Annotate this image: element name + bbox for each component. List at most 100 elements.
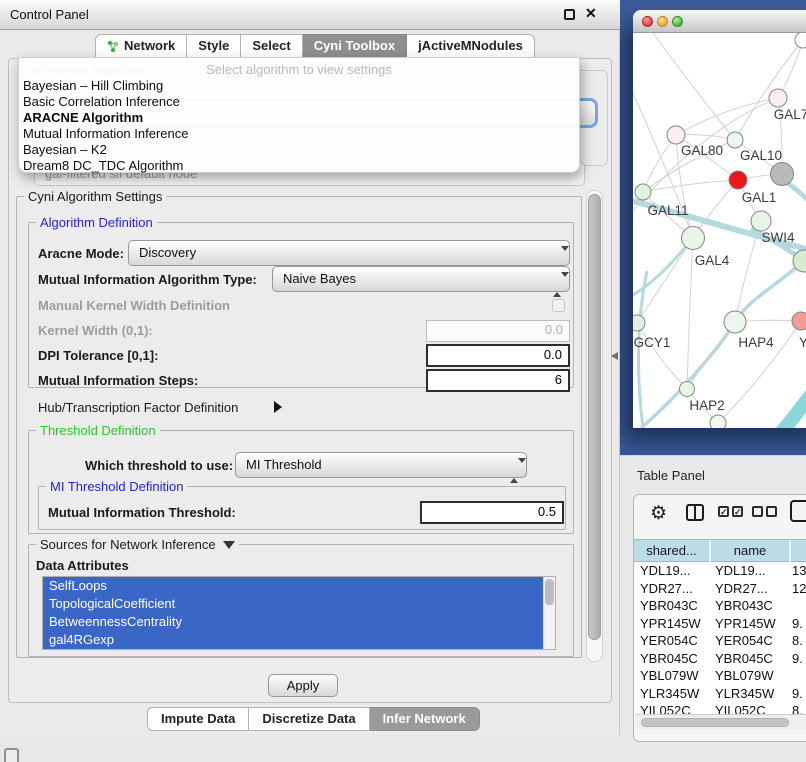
pane-splitter-arrow-icon[interactable]	[611, 352, 618, 360]
node-label: GAL11	[647, 203, 688, 218]
table-document-icon[interactable]	[790, 500, 806, 522]
node-label: GAL7	[774, 107, 806, 122]
settings-scrollbar-thumb[interactable]	[588, 194, 601, 640]
gear-icon[interactable]: ⚙	[650, 502, 667, 525]
mi-type-combo[interactable]: Naive Bayes	[272, 266, 570, 292]
table-row[interactable]: YER054CYER054C8.	[634, 632, 806, 650]
aracne-mode-combo[interactable]: Discovery	[128, 240, 570, 266]
manual-kernel-checkbox[interactable]	[552, 299, 565, 312]
mi-steps-field[interactable]: 6	[426, 369, 570, 392]
dropdown-item[interactable]: Bayesian – Hill Climbing	[23, 78, 163, 94]
node-gal80[interactable]	[667, 126, 685, 144]
column-header-shared[interactable]: shared...	[634, 543, 709, 558]
node[interactable]	[795, 33, 806, 48]
node-hap2[interactable]	[680, 382, 695, 397]
threshold-definition-legend: Threshold Definition	[36, 423, 160, 438]
dropdown-item[interactable]: Mutual Information Inference	[23, 126, 188, 142]
algorithm-dropdown-popup: Select algorithm to view settings Bayesi…	[18, 57, 580, 173]
manual-kernel-label: Manual Kernel Width Definition	[38, 298, 230, 313]
dropdown-item[interactable]: Dream8 DC_TDC Algorithm	[23, 158, 183, 174]
tab-cyni-toolbox[interactable]: Cyni Toolbox	[303, 34, 407, 58]
node-swi4[interactable]	[751, 211, 771, 231]
close-traffic-light-icon[interactable]	[642, 16, 653, 27]
collapse-arrow-icon[interactable]	[274, 401, 282, 413]
aracne-mode-label: Aracne Mode:	[38, 246, 124, 261]
attribute-item[interactable]: BetweennessCentrality	[43, 613, 543, 631]
table-row[interactable]: YBL079WYBL079W	[634, 667, 806, 685]
node-gal7[interactable]	[769, 89, 787, 107]
node-label: GCY1	[634, 335, 671, 350]
attribute-list-scrollbar[interactable]	[543, 577, 555, 649]
dropdown-item-selected[interactable]: ARACNE Algorithm	[23, 110, 143, 126]
bottom-tab-row: Impute Data Discretize Data Infer Networ…	[147, 707, 480, 731]
thick-edge	[781, 387, 806, 428]
close-icon[interactable]: ✕	[585, 5, 597, 22]
control-panel-window: Control Panel ✕ Network	[0, 0, 620, 735]
table-row[interactable]: YBR045CYBR045C9.	[634, 650, 806, 668]
mi-threshold-label: Mutual Information Threshold:	[48, 505, 236, 520]
table-panel-region: Table Panel ⚙ ✓✓ shared... name YDL19...…	[620, 455, 806, 762]
node[interactable]	[710, 415, 726, 428]
deselect-all-checkboxes-icon[interactable]	[752, 506, 777, 517]
table-row[interactable]: YLR345WYLR345W9.	[634, 685, 806, 703]
node-y[interactable]	[792, 312, 806, 330]
tab-network[interactable]: Network	[95, 34, 187, 58]
float-window-icon[interactable]	[564, 9, 575, 20]
mi-type-value: Naive Bayes	[283, 271, 356, 286]
control-panel-titlebar: Control Panel ✕	[0, 0, 620, 30]
mi-steps-label: Mutual Information Steps:	[38, 373, 198, 388]
table-row[interactable]: YDR27...YDR27...12	[634, 580, 806, 598]
sources-title: Sources for Network Inference	[40, 537, 216, 552]
table-row[interactable]: YDL19...YDL19...13	[634, 562, 806, 580]
dropdown-item[interactable]: Basic Correlation Inference	[23, 94, 180, 110]
dropdown-item[interactable]: Bayesian – K2	[23, 142, 107, 158]
node-gcy1[interactable]	[633, 315, 645, 331]
tab-infer-network[interactable]: Infer Network	[370, 707, 480, 731]
node-label: HAP2	[689, 398, 724, 413]
network-window-titlebar	[633, 10, 806, 33]
tab-discretize-data[interactable]: Discretize Data	[249, 707, 369, 731]
apply-button[interactable]: Apply	[268, 674, 338, 697]
attribute-item[interactable]: SelfLoops	[43, 577, 543, 595]
which-threshold-combo[interactable]: MI Threshold	[235, 452, 527, 478]
dpi-tolerance-field[interactable]: 0.0	[426, 344, 570, 367]
table-horizontal-scrollbar-thumb[interactable]	[641, 718, 789, 727]
hub-definition-label: Hub/Transcription Factor Definition	[38, 400, 238, 415]
tab-style[interactable]: Style	[187, 34, 241, 58]
node-gal11[interactable]	[635, 184, 651, 200]
columns-icon[interactable]	[686, 504, 704, 521]
tab-impute-data[interactable]: Impute Data	[147, 707, 249, 731]
attribute-list-scrollbar-thumb[interactable]	[545, 579, 554, 605]
tab-select[interactable]: Select	[241, 34, 302, 58]
node-label: GAL1	[742, 190, 777, 205]
data-attributes-list[interactable]: SelfLoops TopologicalCoefficient Between…	[42, 576, 556, 650]
zoom-traffic-light-icon[interactable]	[672, 16, 683, 27]
sources-legend: Sources for Network Inference	[36, 537, 239, 552]
table-row[interactable]: YBR043CYBR043C	[634, 597, 806, 615]
attribute-item[interactable]: TopologicalCoefficient	[43, 595, 543, 613]
expand-arrow-icon[interactable]	[223, 541, 235, 549]
node-hap4[interactable]	[724, 311, 746, 333]
desktop-area: GAL80 GAL7 GAL10 GAL1 GAL11 GAL4 SWI4 GC…	[620, 0, 806, 457]
minimized-panel-icon[interactable]	[4, 748, 19, 762]
node-label: GAL10	[740, 148, 782, 163]
network-canvas[interactable]: GAL80 GAL7 GAL10 GAL1 GAL11 GAL4 SWI4 GC…	[633, 33, 806, 428]
node-gray[interactable]	[771, 163, 794, 186]
spinner-arrows-icon	[510, 459, 519, 483]
node-gal4[interactable]	[682, 227, 705, 250]
table-header-row: shared... name	[634, 539, 806, 562]
tab-jactivemnodules[interactable]: jActiveMNodules	[407, 34, 535, 58]
select-all-checkboxes-icon[interactable]: ✓✓	[718, 506, 743, 517]
table-body: YDL19...YDL19...13 YDR27...YDR27...12 YB…	[634, 562, 806, 722]
which-threshold-label: Which threshold to use:	[85, 458, 233, 473]
attribute-item[interactable]: gal4RGexp	[43, 631, 543, 649]
minimize-traffic-light-icon[interactable]	[657, 16, 668, 27]
mi-threshold-field[interactable]: 0.5	[420, 501, 564, 524]
node-label: SWI4	[761, 230, 794, 245]
node-gal1-selected[interactable]	[729, 171, 747, 189]
kernel-width-field[interactable]: 0.0	[426, 320, 570, 342]
table-horizontal-scrollbar[interactable]	[635, 714, 806, 729]
node-gal10[interactable]	[727, 132, 743, 148]
table-row[interactable]: YPR145WYPR145W9.	[634, 615, 806, 633]
column-header-name[interactable]: name	[711, 543, 789, 558]
